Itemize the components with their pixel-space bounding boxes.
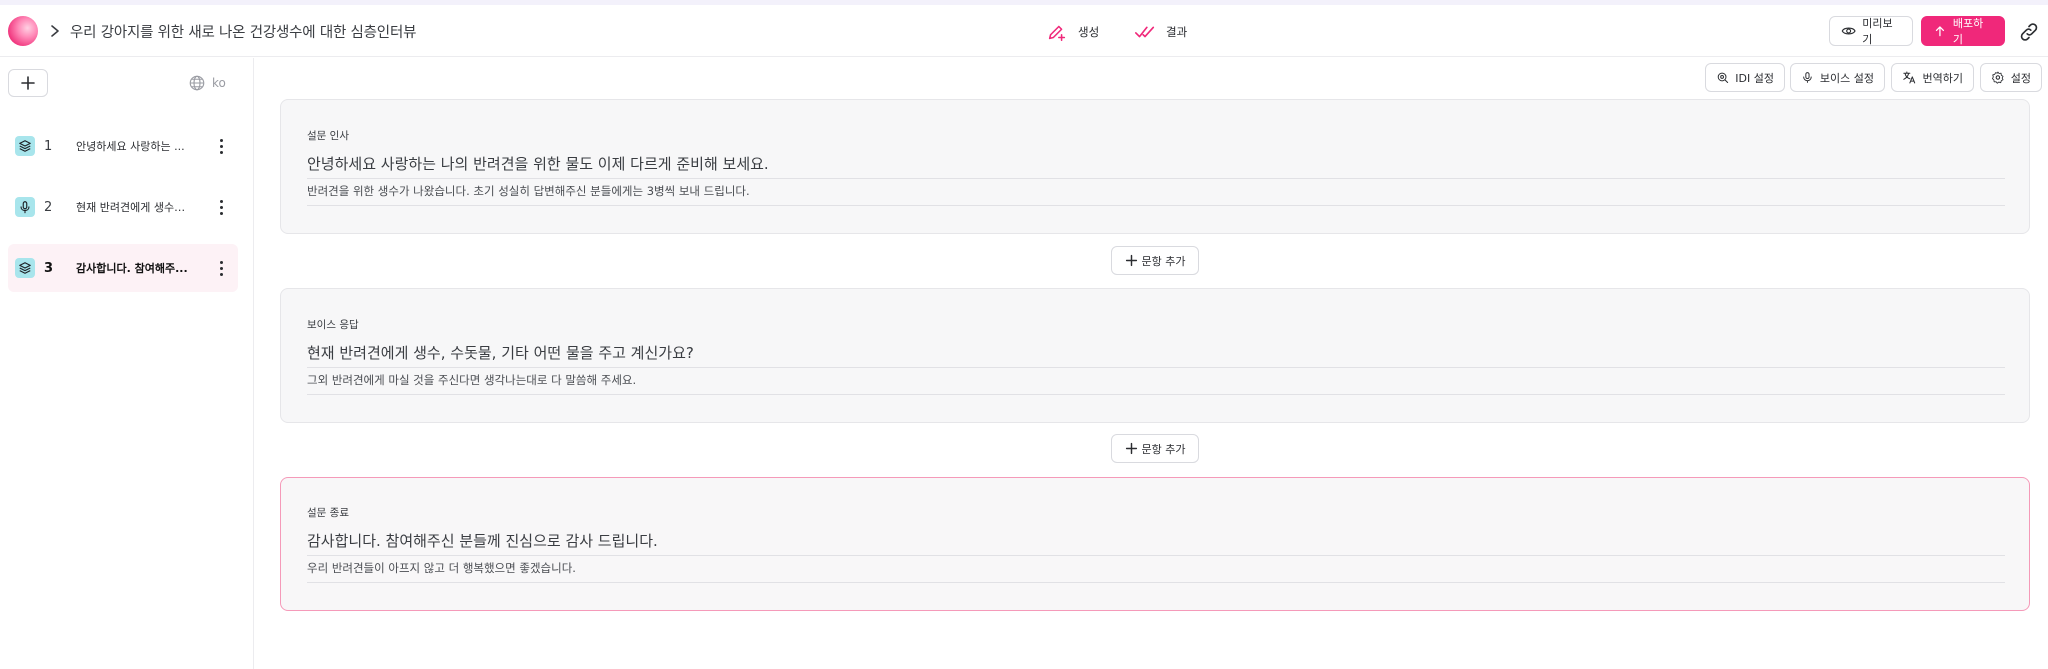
translate-icon bbox=[1903, 71, 1916, 84]
mic-icon bbox=[15, 197, 35, 217]
tab-result[interactable]: 결과 bbox=[1134, 19, 1187, 45]
question-card-1[interactable]: 설문 인사 안녕하세요 사랑하는 나의 반려견을 위한 물도 이제 다르게 준비… bbox=[280, 99, 2030, 234]
app-header: 우리 강아지를 위한 새로 나온 건강생수에 대한 심층인터뷰 생성 결과 미리… bbox=[0, 5, 2048, 57]
card-title-field[interactable]: 감사합니다. 참여해주신 분들께 진심으로 감사 드립니다. bbox=[307, 530, 2005, 556]
pen-plus-icon bbox=[1048, 25, 1066, 42]
deploy-button[interactable]: 배포하기 bbox=[1921, 16, 2005, 46]
card-type-label: 보이스 응답 bbox=[307, 319, 359, 331]
sidebar-item-2[interactable]: 2 현재 반려견에게 생수,... bbox=[8, 183, 238, 231]
add-question-button[interactable]: 문항 추가 bbox=[1111, 434, 1199, 463]
card-title-field[interactable]: 현재 반려견에게 생수, 수돗물, 기타 어떤 물을 주고 계신가요? bbox=[307, 342, 2005, 368]
sidebar-item-1[interactable]: 1 안녕하세요 사랑하는 ... bbox=[8, 122, 238, 170]
preview-label: 미리보기 bbox=[1862, 17, 1893, 46]
double-check-icon bbox=[1135, 26, 1155, 38]
more-vertical-icon[interactable] bbox=[210, 195, 232, 219]
settings-button[interactable]: 설정 bbox=[1980, 63, 2042, 92]
add-item-button[interactable] bbox=[8, 69, 48, 97]
sidebar-item-text: 현재 반려견에게 생수,... bbox=[76, 201, 188, 214]
language-code: ko bbox=[212, 76, 226, 90]
translate-button[interactable]: 번역하기 bbox=[1891, 63, 1974, 92]
plus-icon bbox=[1125, 442, 1137, 455]
question-card-3[interactable]: 설문 종료 감사합니다. 참여해주신 분들께 진심으로 감사 드립니다. 우리 … bbox=[280, 477, 2030, 611]
sidebar-item-number: 2 bbox=[44, 199, 53, 215]
language-selector[interactable]: ko bbox=[188, 74, 226, 92]
card-type-label: 설문 종료 bbox=[307, 507, 349, 519]
more-vertical-icon[interactable] bbox=[210, 134, 232, 158]
app-logo[interactable] bbox=[8, 16, 38, 46]
layers-icon bbox=[15, 258, 35, 278]
card-title-field[interactable]: 안녕하세요 사랑하는 나의 반려견을 위한 물도 이제 다르게 준비해 보세요. bbox=[307, 153, 2005, 179]
more-vertical-icon[interactable] bbox=[210, 256, 232, 280]
card-subtitle-field[interactable]: 그외 반려견에게 마실 것을 주신다면 생각나는대로 다 말씀해 주세요. bbox=[307, 372, 2005, 395]
sidebar-item-number: 1 bbox=[44, 138, 53, 154]
question-card-2[interactable]: 보이스 응답 현재 반려견에게 생수, 수돗물, 기타 어떤 물을 주고 계신가… bbox=[280, 288, 2030, 423]
tab-result-label: 결과 bbox=[1166, 25, 1188, 39]
eye-icon bbox=[1841, 27, 1856, 35]
sidebar-item-3[interactable]: 3 감사합니다. 참여해주... bbox=[8, 244, 238, 292]
sidebar-item-text: 안녕하세요 사랑하는 ... bbox=[76, 140, 185, 153]
gear-icon bbox=[1992, 71, 2004, 84]
translate-label: 번역하기 bbox=[1922, 71, 1963, 85]
sidebar-item-number: 3 bbox=[44, 260, 54, 276]
globe-icon bbox=[189, 75, 205, 91]
idi-settings-button[interactable]: IDI 설정 bbox=[1705, 63, 1785, 92]
survey-title[interactable]: 우리 강아지를 위한 새로 나온 건강생수에 대한 심층인터뷰 bbox=[70, 21, 416, 42]
idi-settings-label: IDI 설정 bbox=[1735, 71, 1774, 85]
plus-icon bbox=[21, 76, 35, 90]
voice-settings-label: 보이스 설정 bbox=[1819, 71, 1874, 85]
card-subtitle-field[interactable]: 반려견을 위한 생수가 나왔습니다. 초기 성실히 답변해주신 분들에게는 3병… bbox=[307, 183, 2005, 206]
add-question-label: 문항 추가 bbox=[1141, 254, 1186, 268]
mic-icon bbox=[1803, 72, 1812, 83]
plus-icon bbox=[1125, 254, 1137, 267]
link-icon[interactable] bbox=[2018, 21, 2040, 43]
card-subtitle-field[interactable]: 우리 반려견들이 아프지 않고 더 행복했으면 좋겠습니다. bbox=[307, 560, 2005, 583]
preview-button[interactable]: 미리보기 bbox=[1829, 16, 1913, 46]
sidebar: ko 1 안녕하세요 사랑하는 ... 2 현재 반려견에게 생수,... 3 … bbox=[0, 58, 254, 669]
sidebar-item-text: 감사합니다. 참여해주... bbox=[76, 262, 188, 275]
deploy-label: 배포하기 bbox=[1952, 17, 1984, 46]
card-type-label: 설문 인사 bbox=[307, 130, 349, 142]
add-question-button[interactable]: 문항 추가 bbox=[1111, 246, 1199, 275]
add-question-label: 문항 추가 bbox=[1141, 442, 1186, 456]
voice-settings-button[interactable]: 보이스 설정 bbox=[1790, 63, 1885, 92]
layers-icon bbox=[15, 136, 35, 156]
tab-create[interactable]: 생성 bbox=[1046, 19, 1099, 45]
gear-search-icon bbox=[1717, 72, 1729, 83]
tab-create-label: 생성 bbox=[1078, 25, 1100, 39]
settings-label: 설정 bbox=[2010, 71, 2031, 85]
arrow-up-icon bbox=[1935, 26, 1945, 37]
chevron-right-icon bbox=[51, 25, 59, 37]
